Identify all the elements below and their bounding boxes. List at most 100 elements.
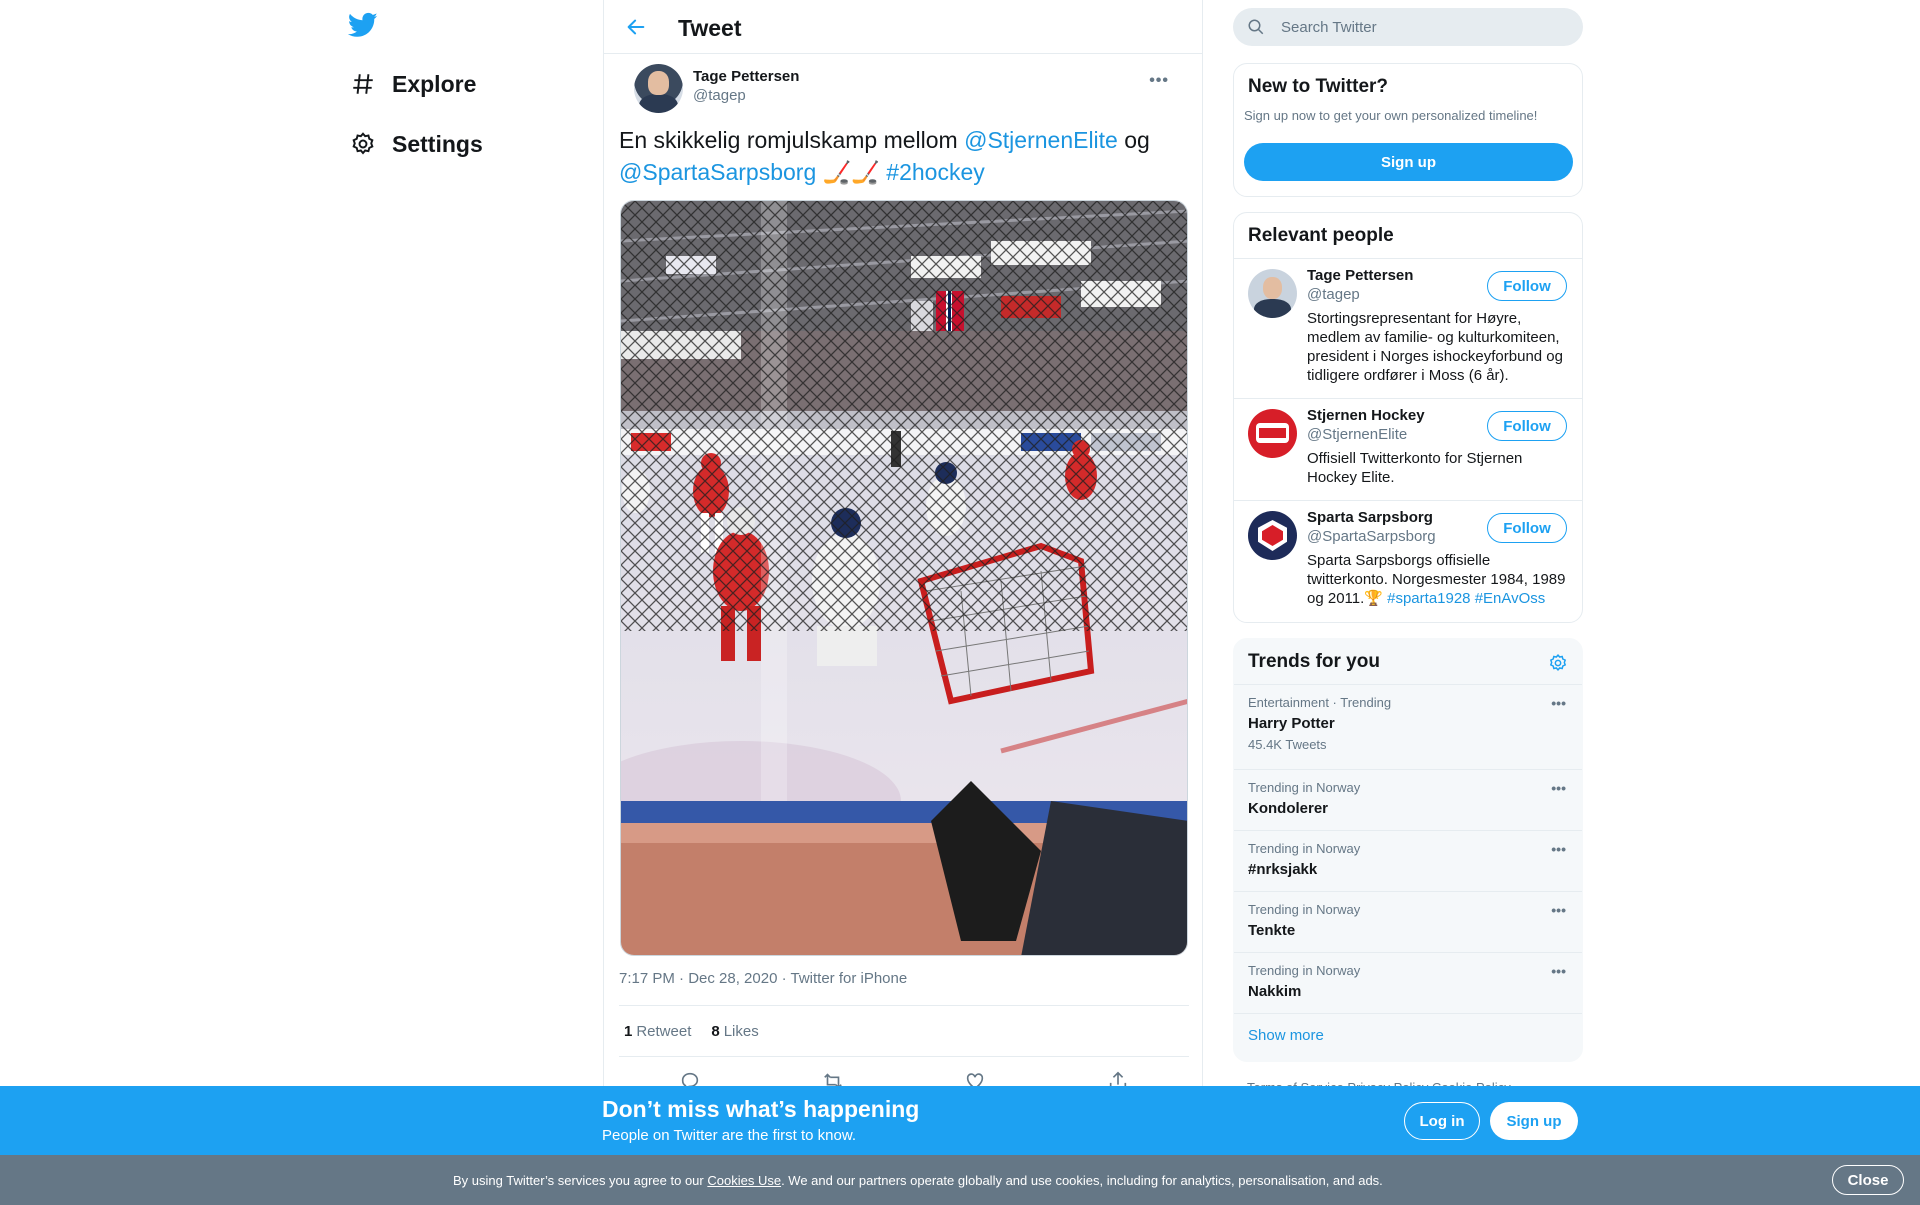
like-stat[interactable]: 8 Likes bbox=[711, 1023, 758, 1040]
nav-settings-label: Settings bbox=[392, 130, 483, 157]
avatar[interactable] bbox=[634, 64, 683, 113]
person-name[interactable]: Stjernen Hockey bbox=[1307, 407, 1425, 424]
retweet-label: Retweet bbox=[636, 1022, 692, 1040]
trend-item[interactable]: Trending in Norway Nakkim ••• bbox=[1234, 953, 1582, 1014]
follow-button[interactable]: Follow bbox=[1487, 513, 1567, 543]
search-input[interactable] bbox=[1281, 8, 1561, 46]
nav-explore-label: Explore bbox=[392, 70, 477, 97]
follow-button[interactable]: Follow bbox=[1487, 271, 1567, 301]
trend-name: Harry Potter bbox=[1248, 715, 1335, 732]
trend-name: Tenkte bbox=[1248, 922, 1296, 939]
more-dots-icon[interactable]: ••• bbox=[1551, 963, 1566, 979]
emoji: 🏒🏒 bbox=[816, 159, 887, 185]
relevant-people-card: Relevant people Tage Pettersen @tagep Fo… bbox=[1233, 212, 1583, 623]
mention-link[interactable]: @StjernenElite bbox=[964, 127, 1118, 153]
back-arrow-icon[interactable] bbox=[622, 13, 650, 41]
person-handle[interactable]: @tagep bbox=[1307, 286, 1360, 303]
trend-item[interactable]: Trending in Norway Kondolerer ••• bbox=[1234, 770, 1582, 831]
signup-banner: Don’t miss what’s happening People on Tw… bbox=[0, 1086, 1920, 1155]
card-title: Relevant people bbox=[1248, 225, 1394, 246]
twitter-logo-icon[interactable] bbox=[347, 10, 384, 46]
card-title: New to Twitter? bbox=[1248, 76, 1389, 97]
avatar[interactable] bbox=[1248, 409, 1297, 458]
cookie-banner: By using Twitter’s services you agree to… bbox=[0, 1155, 1920, 1205]
tweet-timestamp[interactable]: 7:17 PM · Dec 28, 2020 · Twitter for iPh… bbox=[619, 970, 907, 987]
like-count: 8 bbox=[711, 1022, 720, 1040]
person-name[interactable]: Sparta Sarpsborg bbox=[1307, 509, 1433, 526]
hashtag-icon bbox=[348, 69, 378, 99]
new-to-twitter-card: New to Twitter? Sign up now to get your … bbox=[1233, 63, 1583, 197]
close-button[interactable]: Close bbox=[1832, 1165, 1904, 1195]
signup-button[interactable]: Sign up bbox=[1490, 1102, 1578, 1140]
tweet-stats: 1 Retweet 8 Likes bbox=[619, 1005, 1189, 1057]
banner-subtitle: People on Twitter are the first to know. bbox=[602, 1127, 857, 1144]
trend-name: Nakkim bbox=[1248, 983, 1302, 1000]
trend-item[interactable]: Entertainment · Trending Harry Potter 45… bbox=[1234, 685, 1582, 770]
cookie-text: By using Twitter’s services you agree to… bbox=[453, 1173, 1383, 1188]
card-header: Trends for you bbox=[1234, 639, 1582, 685]
hashtag-link[interactable]: #sparta1928 #EnAvOss bbox=[1387, 590, 1545, 607]
tweet-text-part: og bbox=[1117, 127, 1150, 153]
banner-title: Don’t miss what’s happening bbox=[602, 1096, 920, 1122]
tweet: Tage Pettersen @tagep ••• bbox=[604, 64, 1202, 124]
show-more-link[interactable]: Show more bbox=[1248, 1027, 1324, 1044]
person-item[interactable]: Stjernen Hockey @StjernenElite Follow Of… bbox=[1234, 399, 1582, 501]
tweet-text-part: En skikkelig romjulskamp mellom bbox=[619, 127, 965, 153]
person-bio: Sparta Sarpsborgs offisielle twitterkont… bbox=[1307, 551, 1572, 608]
cookie-text-part: . We and our partners operate globally a… bbox=[781, 1173, 1383, 1188]
trend-count: 45.4K Tweets bbox=[1248, 737, 1327, 752]
retweet-count: 1 bbox=[624, 1022, 633, 1040]
trend-item[interactable]: Trending in Norway Tenkte ••• bbox=[1234, 892, 1582, 953]
person-handle[interactable]: @SpartaSarpsborg bbox=[1307, 528, 1436, 545]
trend-context: Trending in Norway bbox=[1248, 963, 1361, 978]
signup-button[interactable]: Sign up bbox=[1244, 143, 1573, 181]
avatar[interactable] bbox=[1248, 269, 1297, 318]
trend-item[interactable]: Trending in Norway #nrksjakk ••• bbox=[1234, 831, 1582, 892]
trend-context: Trending in Norway bbox=[1248, 841, 1361, 856]
trend-context: Trending in Norway bbox=[1248, 902, 1361, 917]
avatar[interactable] bbox=[1248, 511, 1297, 560]
card-header: Relevant people bbox=[1234, 213, 1582, 259]
search-box[interactable] bbox=[1233, 8, 1583, 46]
card-subtitle: Sign up now to get your own personalized… bbox=[1244, 108, 1538, 123]
tweet-text: En skikkelig romjulskamp mellom @Stjerne… bbox=[619, 124, 1189, 188]
cookie-text-part: By using Twitter’s services you agree to… bbox=[453, 1173, 708, 1188]
person-name[interactable]: Tage Pettersen bbox=[1307, 267, 1413, 284]
search-icon bbox=[1247, 18, 1265, 41]
more-dots-icon[interactable]: ••• bbox=[1551, 780, 1566, 796]
person-bio: Offisiell Twitterkonto for Stjernen Hock… bbox=[1307, 450, 1523, 486]
page-title: Tweet bbox=[678, 15, 742, 41]
person-bio: Stortingsrepresentant for Høyre, medlem … bbox=[1307, 310, 1563, 384]
like-label: Likes bbox=[723, 1022, 759, 1040]
follow-button[interactable]: Follow bbox=[1487, 411, 1567, 441]
more-dots-icon[interactable]: ••• bbox=[1551, 902, 1566, 918]
trend-context: Trending in Norway bbox=[1248, 780, 1361, 795]
card-title: Trends for you bbox=[1248, 651, 1380, 672]
more-dots-icon[interactable]: ••• bbox=[1149, 72, 1169, 90]
cookies-use-link[interactable]: Cookies Use bbox=[707, 1173, 781, 1188]
retweet-stat[interactable]: 1 Retweet bbox=[624, 1023, 691, 1040]
trend-context: Entertainment · Trending bbox=[1248, 695, 1392, 710]
main-header: Tweet bbox=[604, 0, 1202, 54]
person-item[interactable]: Sparta Sarpsborg @SpartaSarpsborg Follow… bbox=[1234, 501, 1582, 622]
trend-name: Kondolerer bbox=[1248, 800, 1329, 817]
author-name[interactable]: Tage Pettersen bbox=[693, 68, 799, 85]
mention-link[interactable]: @SpartaSarpsborg bbox=[619, 159, 816, 185]
author-handle[interactable]: @tagep bbox=[693, 87, 746, 104]
tweet-photo[interactable] bbox=[620, 200, 1188, 956]
person-item[interactable]: Tage Pettersen @tagep Follow Stortingsre… bbox=[1234, 259, 1582, 399]
hockey-rink-photo bbox=[621, 201, 1187, 955]
more-dots-icon[interactable]: ••• bbox=[1551, 695, 1566, 711]
gear-icon[interactable] bbox=[1548, 653, 1568, 678]
login-button[interactable]: Log in bbox=[1404, 1102, 1480, 1140]
main-column: Tweet Tage Pettersen @tagep ••• En skikk… bbox=[603, 0, 1203, 1205]
trend-name: #nrksjakk bbox=[1248, 861, 1318, 878]
nav-settings[interactable]: Settings bbox=[348, 122, 483, 166]
nav-explore[interactable]: Explore bbox=[348, 62, 476, 106]
gear-icon bbox=[348, 129, 378, 159]
more-dots-icon[interactable]: ••• bbox=[1551, 841, 1566, 857]
trends-card: Trends for you Entertainment · Trending … bbox=[1233, 638, 1583, 1062]
person-handle[interactable]: @StjernenElite bbox=[1307, 426, 1407, 443]
tweet-author[interactable]: Tage Pettersen @tagep ••• bbox=[619, 64, 1187, 124]
hashtag-link[interactable]: #2hockey bbox=[886, 159, 984, 185]
